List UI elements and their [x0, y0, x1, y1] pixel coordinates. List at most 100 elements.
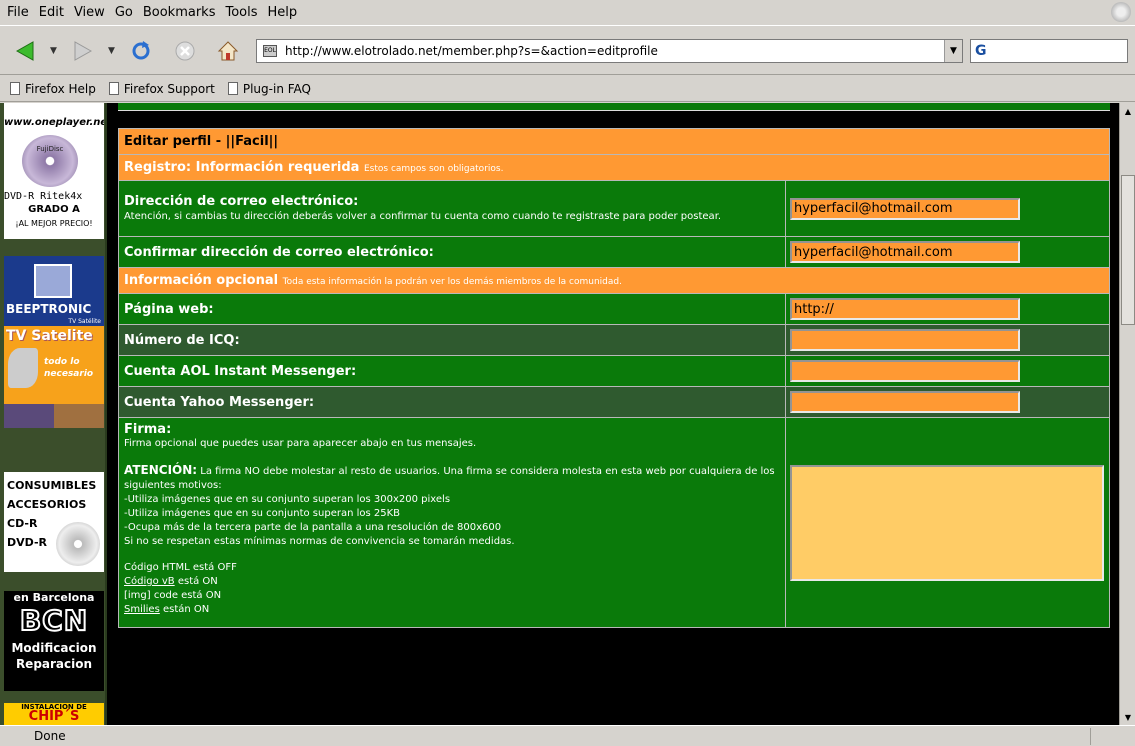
vb-code-state: está ON [177, 576, 218, 587]
dvd-text: DVD-R Ritek4x [4, 191, 83, 202]
ad-sidebar: www.oneplayer.net FujiDisc DVD-R Ritek4x… [0, 103, 107, 725]
bookmark-firefox-help[interactable]: Firefox Help [10, 82, 96, 96]
bookmarks-toolbar: Firefox Help Firefox Support Plug-in FAQ [0, 76, 1135, 102]
menu-view[interactable]: View [69, 5, 110, 20]
todo-text: todo lo necesario [44, 357, 94, 379]
bookmark-label: Firefox Support [123, 81, 215, 96]
confirm-email-field[interactable]: hyperfacil@hotmail.com [790, 241, 1020, 263]
status-bar: Done [0, 725, 1135, 746]
page-viewport: www.oneplayer.net FujiDisc DVD-R Ritek4x… [0, 103, 1119, 725]
ad-url-text: www.oneplayer.net [4, 117, 104, 128]
chips-ad[interactable]: INSTALACION DE CHIP´S [4, 703, 104, 725]
yahoo-input-cell [785, 386, 1110, 418]
back-arrow-icon [15, 41, 34, 61]
scroll-up-arrow-icon[interactable]: ▲ [1120, 103, 1135, 119]
forward-button[interactable] [70, 38, 96, 64]
cd-disc-icon: FujiDisc [22, 135, 78, 187]
search-input[interactable]: G [970, 39, 1128, 63]
google-search-icon[interactable]: G [975, 43, 987, 59]
email-description: Atención, si cambias tu dirección deberá… [124, 210, 722, 222]
signature-label: Firma: [124, 422, 172, 437]
icq-input-cell [785, 324, 1110, 356]
menu-go[interactable]: Go [110, 5, 138, 20]
url-text[interactable]: http://www.elotrolado.net/member.php?s=&… [285, 44, 944, 58]
homepage-field[interactable]: http:// [790, 298, 1020, 320]
confirm-email-input-cell: hyperfacil@hotmail.com [785, 236, 1110, 268]
required-section-header: Registro: Información requerida Estos ca… [118, 154, 1110, 181]
status-text: Done [34, 729, 66, 743]
icq-field[interactable] [790, 329, 1020, 351]
home-button[interactable] [215, 38, 241, 64]
grade-text: GRADO A [28, 204, 80, 215]
bcn-logo: BCN [19, 603, 89, 638]
aol-field[interactable] [790, 360, 1020, 382]
menu-edit[interactable]: Edit [34, 5, 69, 20]
bookmark-firefox-support[interactable]: Firefox Support [108, 81, 215, 96]
beeptronic-banner: BEEPTRONIC TV Satélite [4, 256, 104, 326]
chip-icon [34, 264, 72, 298]
consumibles-ad[interactable]: CONSUMIBLES ACCESORIOS CD-R DVD-R [4, 472, 104, 572]
beeptronic-logo: BEEPTRONIC [6, 302, 92, 316]
bookmark-label: Plug-in FAQ [242, 81, 311, 96]
modificacion-text: Modificacion [11, 641, 97, 655]
signature-rule-4: Si no se respetan estas mínimas normas d… [124, 536, 515, 547]
url-dropdown-button[interactable]: ▼ [944, 40, 962, 62]
aol-input-cell [785, 355, 1110, 387]
cd-stack-icon [56, 522, 100, 566]
optional-section-note: Toda esta información la podrán ver los … [282, 277, 622, 287]
barcelona-text: en Barcelona [13, 591, 95, 604]
scrollbar-thumb[interactable] [1121, 175, 1135, 325]
bookmark-label: Firefox Help [25, 81, 96, 96]
page-icon [10, 82, 20, 95]
satellite-dish-icon [8, 348, 38, 388]
accesorios-text: ACCESORIOS [7, 498, 87, 511]
navigation-toolbar: ▼ ▼ EOL http://www.elotrolado.net/member… [0, 25, 1135, 75]
optional-section-title: Información opcional [124, 273, 279, 288]
reparacion-text: Reparacion [15, 657, 93, 671]
aol-label: Cuenta AOL Instant Messenger: [118, 355, 786, 387]
reload-icon [132, 41, 150, 60]
signature-input-cell [785, 417, 1110, 628]
vb-code-status: Código vB está ON [124, 575, 780, 589]
icq-label: Número de ICQ: [118, 324, 786, 356]
smilies-link[interactable]: Smilies [124, 604, 160, 615]
address-bar[interactable]: EOL http://www.elotrolado.net/member.php… [256, 39, 963, 63]
email-label: Dirección de correo electrónico: [124, 193, 359, 209]
optional-section-header: Información opcional Toda esta informaci… [118, 267, 1110, 294]
required-section-title: Registro: Información requerida [124, 160, 360, 175]
menu-bookmarks[interactable]: Bookmarks [138, 5, 221, 20]
menu-bar: File Edit View Go Bookmarks Tools Help [0, 0, 1135, 24]
tv-satelite-sub: TV Satélite [68, 318, 101, 325]
signature-warning-title: ATENCIÓN: [124, 463, 198, 477]
bcn-ad[interactable]: en Barcelona BCN Modificacion Reparacion [4, 591, 104, 691]
signature-description: Firma opcional que puedes usar para apar… [124, 438, 477, 449]
beeptronic-ad[interactable]: BEEPTRONIC TV Satélite TV Satelite todo … [4, 256, 104, 428]
signature-textarea[interactable] [790, 464, 1104, 581]
bookmark-plugin-faq[interactable]: Plug-in FAQ [227, 81, 311, 96]
menu-tools[interactable]: Tools [220, 5, 262, 20]
email-label-cell: Dirección de correo electrónico: Atenció… [118, 180, 786, 237]
tv-screen-image [54, 404, 104, 428]
yahoo-field[interactable] [790, 391, 1020, 413]
html-code-status: Código HTML está OFF [124, 562, 237, 573]
menu-file[interactable]: File [2, 5, 34, 20]
email-input-cell: hyperfacil@hotmail.com [785, 180, 1110, 237]
signature-warning: ATENCIÓN: La firma NO debe molestar al r… [124, 463, 780, 493]
forward-history-dropdown[interactable]: ▼ [108, 46, 115, 56]
page-icon [108, 82, 119, 95]
menu-help[interactable]: Help [263, 5, 303, 20]
stop-button[interactable] [172, 38, 198, 64]
throbber-icon [1111, 2, 1131, 22]
email-field[interactable]: hyperfacil@hotmail.com [790, 197, 1020, 220]
back-button[interactable] [12, 38, 38, 64]
back-history-dropdown[interactable]: ▼ [50, 46, 57, 56]
vb-code-link[interactable]: Código vB [124, 576, 175, 587]
scroll-down-arrow-icon[interactable]: ▼ [1120, 709, 1135, 725]
consumibles-text: CONSUMIBLES [7, 479, 97, 492]
reload-button[interactable] [128, 38, 154, 64]
img-code-status: [img] code está ON [124, 590, 222, 601]
web-input-cell: http:// [785, 293, 1110, 325]
oneplayer-ad[interactable]: www.oneplayer.net FujiDisc DVD-R Ritek4x… [4, 103, 104, 239]
smilies-status: Smilies están ON [124, 603, 780, 617]
vertical-scrollbar[interactable]: ▲ ▼ [1119, 103, 1135, 725]
